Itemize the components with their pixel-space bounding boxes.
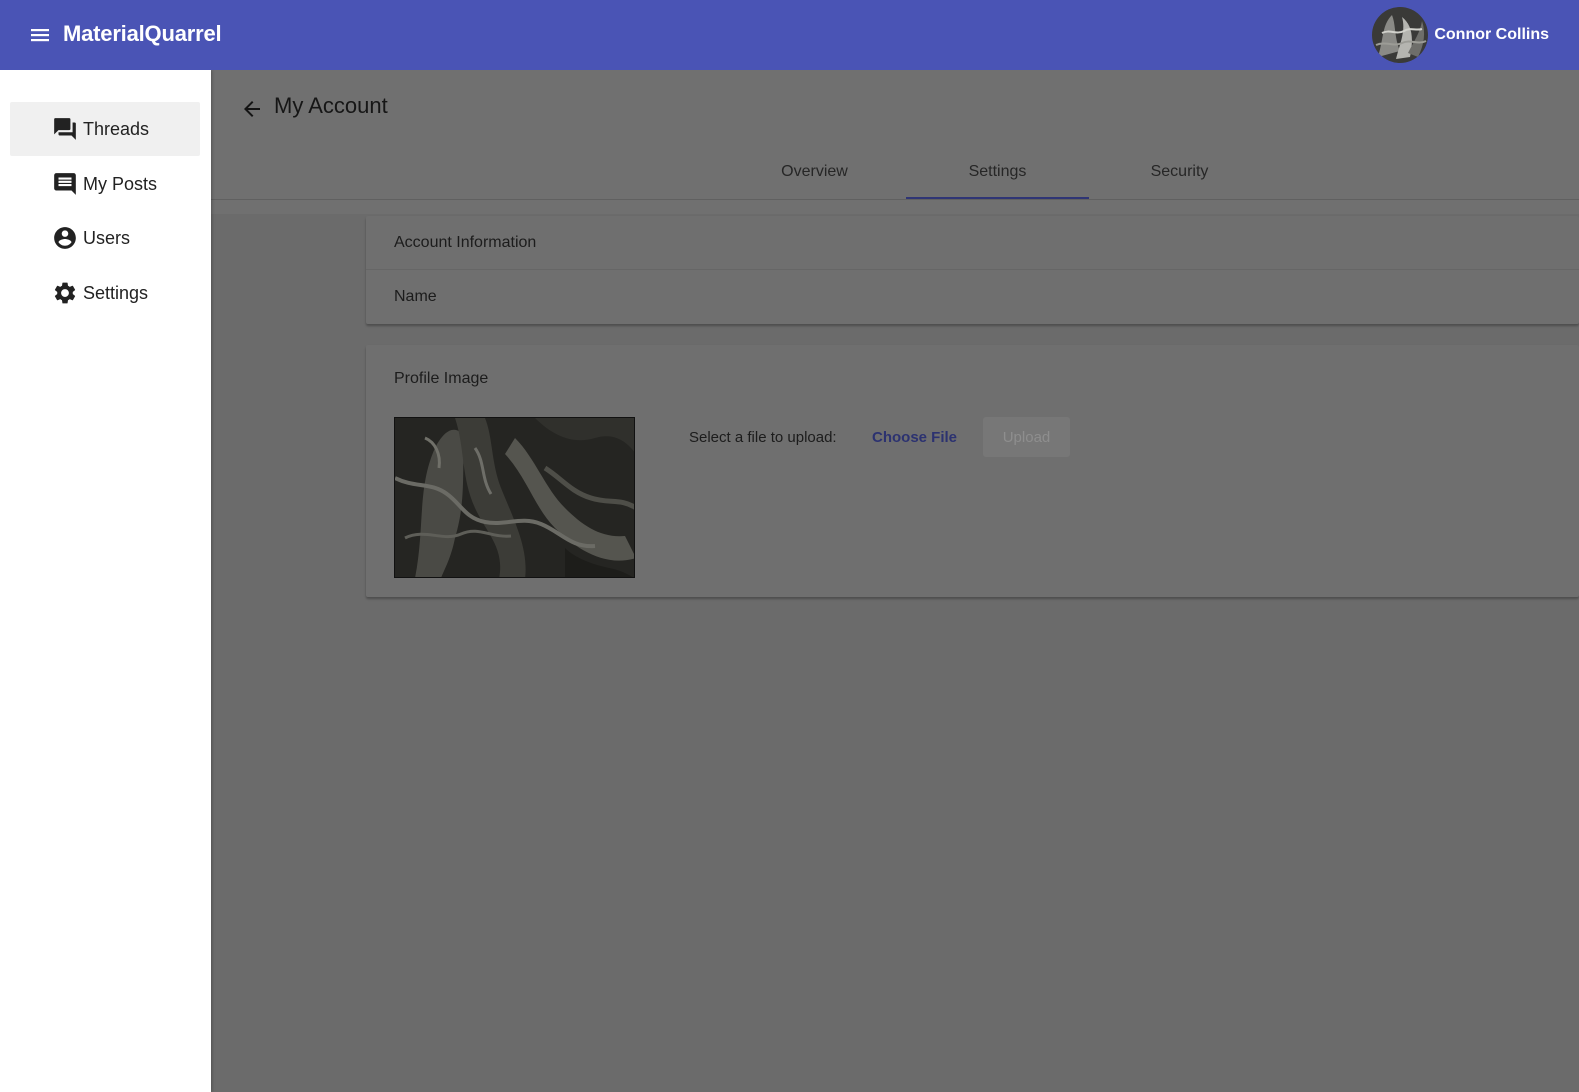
forum-icon — [52, 116, 78, 142]
user-menu[interactable]: Connor Collins — [1372, 7, 1549, 63]
menu-button[interactable] — [22, 17, 58, 53]
tab-overview[interactable]: Overview — [723, 144, 906, 200]
tab-label: Security — [1150, 163, 1209, 180]
account-information-heading: Account Information — [366, 216, 1579, 270]
tab-settings[interactable]: Settings — [906, 144, 1089, 200]
sidebar-item-label: Settings — [83, 282, 149, 303]
app-title: MaterialQuarrel — [63, 21, 222, 46]
back-button[interactable] — [237, 94, 267, 124]
tab-label: Settings — [968, 163, 1027, 180]
tab-label: Overview — [781, 163, 848, 180]
tab-security[interactable]: Security — [1088, 144, 1271, 200]
sidebar-item-threads[interactable]: Threads — [10, 102, 200, 156]
header-divider — [211, 199, 1579, 200]
upload-label: Select a file to upload: — [689, 429, 837, 446]
menu-icon — [31, 29, 49, 42]
choose-file-button[interactable]: Choose File — [862, 417, 967, 457]
profile-image-preview — [394, 417, 635, 578]
account-information-card: Account Information Name — [366, 216, 1579, 324]
sidebar-item-label: Users — [83, 227, 131, 248]
sidebar-item-label: My Posts — [83, 173, 158, 194]
arrow-back-icon — [244, 101, 260, 117]
app-bar: MaterialQuarrel Connor Collins — [0, 0, 1579, 70]
tab-bar: Overview Settings Security — [211, 144, 1579, 200]
upload-button[interactable]: Upload — [983, 417, 1070, 457]
sidebar-item-users[interactable]: Users — [10, 211, 200, 265]
sidebar-item-settings[interactable]: Settings — [10, 266, 200, 320]
comment-icon — [52, 171, 78, 197]
account-circle-icon — [52, 225, 78, 251]
page-header: My Account Overview Settings Security — [211, 70, 1579, 214]
main-content: My Account Overview Settings Security Ac… — [211, 70, 1579, 1092]
profile-image-card: Profile Image Select a file to upload: C… — [366, 345, 1579, 597]
name-row[interactable]: Name — [366, 270, 1579, 324]
gear-icon — [52, 280, 78, 306]
name-label: Name — [394, 288, 437, 305]
nav-drawer: Threads My Posts Users Settings — [0, 70, 211, 1092]
sidebar-item-my-posts[interactable]: My Posts — [10, 157, 200, 211]
page-title: My Account — [274, 93, 388, 118]
profile-image-heading: Profile Image — [394, 370, 489, 387]
sidebar-item-label: Threads — [83, 118, 150, 139]
avatar — [1372, 7, 1429, 63]
user-name: Connor Collins — [1434, 26, 1549, 43]
